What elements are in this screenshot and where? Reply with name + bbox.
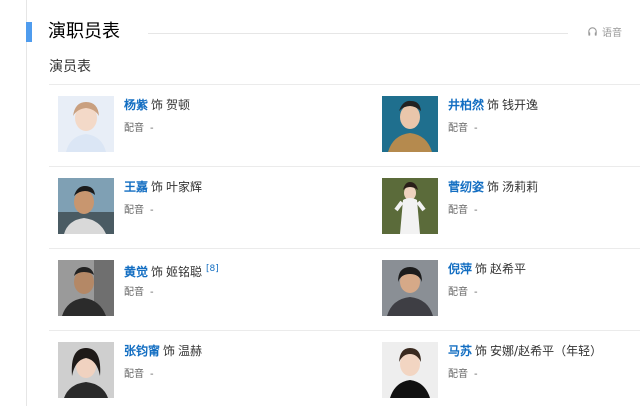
role-name: 安娜/赵希平（年轻） [490,344,603,358]
reference-link[interactable]: [8] [206,264,219,274]
actor-name-link[interactable]: 倪萍 [448,262,472,276]
left-divider [26,0,27,406]
role-name: 贺顿 [166,98,191,112]
role-connector: 饰 [475,344,488,358]
role-connector: 饰 [151,180,164,194]
cast-row: 黄觉饰姬铭聪 [8] 配音 - 倪萍饰赵希平 配音 - [49,248,640,331]
role-connector: 饰 [475,262,488,276]
actor-name-link[interactable]: 张钧甯 [124,344,160,358]
role-name: 汤莉莉 [502,180,539,194]
dub-label: 配音 [124,123,144,134]
role-name: 温赫 [178,344,203,358]
dub-value: - [474,123,478,134]
dub-value: - [474,205,478,216]
audio-label: 语音 [602,28,622,39]
dub-label: 配音 [448,287,468,298]
dub-value: - [474,287,478,298]
cast-row: 杨紫饰贺顿 配音 - 井柏然饰钱开逸 配音 - [49,84,640,167]
role-name: 赵希平 [490,262,527,276]
actor-photo[interactable] [58,260,114,316]
dub-label: 配音 [448,123,468,134]
actor-photo[interactable] [382,96,438,152]
role-connector: 饰 [163,344,176,358]
dub-label: 配音 [448,369,468,380]
dub-value: - [150,369,154,380]
actor-name-link[interactable]: 马苏 [448,344,472,358]
actor-name-link[interactable]: 杨紫 [124,98,148,112]
dub-value: - [150,123,154,134]
actor-photo[interactable] [382,342,438,398]
role-name: 叶家辉 [166,180,203,194]
cast-row: 王嘉饰叶家辉 配音 - 菅纫姿饰汤莉莉 配音 - [49,166,640,249]
actor-name-link[interactable]: 王嘉 [124,180,148,194]
section-header: 演职员表 语音 [26,20,640,46]
role-connector: 饰 [487,180,500,194]
actor-photo[interactable] [58,178,114,234]
role-connector: 饰 [151,265,164,279]
role-connector: 饰 [487,98,500,112]
header-divider [148,33,568,34]
actor-photo[interactable] [382,260,438,316]
cast-list-title: 演员表 [49,59,91,75]
role-connector: 饰 [151,98,164,112]
actor-name-link[interactable]: 井柏然 [448,98,484,112]
actor-name-link[interactable]: 菅纫姿 [448,180,484,194]
dub-value: - [150,205,154,216]
role-name: 钱开逸 [502,98,539,112]
role-name: 姬铭聪 [166,265,203,279]
actor-photo[interactable] [58,342,114,398]
dub-label: 配音 [124,287,144,298]
dub-label: 配音 [448,205,468,216]
audio-button[interactable]: 语音 [587,24,622,39]
actor-name-link[interactable]: 黄觉 [124,265,148,279]
dub-label: 配音 [124,369,144,380]
dub-value: - [474,369,478,380]
headphones-icon [587,26,598,37]
cast-row: 张钧甯饰温赫 配音 - 马苏饰安娜/赵希平（年轻） 配音 - [49,330,640,413]
actor-photo[interactable] [382,178,438,234]
section-accent-bar [26,22,32,42]
actor-photo[interactable] [58,96,114,152]
dub-label: 配音 [124,205,144,216]
section-title: 演职员表 [48,20,126,44]
dub-value: - [150,287,154,298]
